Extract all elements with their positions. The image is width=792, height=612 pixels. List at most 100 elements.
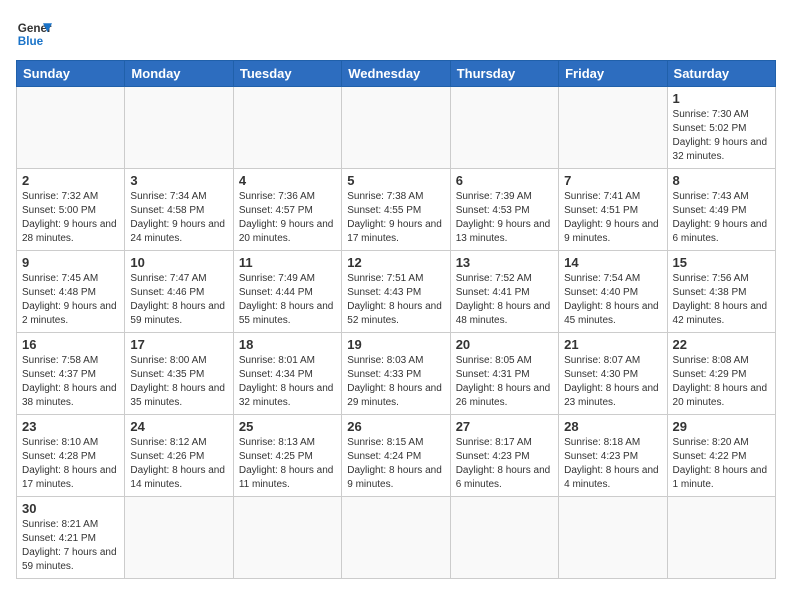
day-cell: 4 Sunrise: 7:36 AM Sunset: 4:57 PM Daylig… [233,169,341,251]
day-cell: 29Sunrise: 8:20 AM Sunset: 4:22 PM Dayli… [667,415,775,497]
day-number: 1 [673,91,770,106]
day-cell: 15Sunrise: 7:56 AM Sunset: 4:38 PM Dayli… [667,251,775,333]
day-cell [342,87,450,169]
day-cell [125,87,233,169]
day-info: Sunrise: 7:52 AM Sunset: 4:41 PM Dayligh… [456,272,553,328]
day-cell: 16Sunrise: 7:58 AM Sunset: 4:37 PM Dayli… [17,333,125,415]
day-info: Sunrise: 7:49 AM Sunset: 4:44 PM Dayligh… [239,272,336,328]
day-number: 18 [239,337,336,352]
day-info: Sunrise: 8:08 AM Sunset: 4:29 PM Dayligh… [673,354,770,410]
col-header-tuesday: Tuesday [233,61,341,87]
day-cell: 1 Sunrise: 7:30 AM Sunset: 5:02 PM Daylig… [667,87,775,169]
day-number: 27 [456,419,553,434]
day-cell [342,497,450,579]
week-row-4: 16Sunrise: 7:58 AM Sunset: 4:37 PM Dayli… [17,333,776,415]
day-cell: 23Sunrise: 8:10 AM Sunset: 4:28 PM Dayli… [17,415,125,497]
day-cell: 27 Sunrise: 8:17 AM Sunset: 4:23 PM Dayli… [450,415,558,497]
day-cell: 18 Sunrise: 8:01 AM Sunset: 4:34 PM Dayli… [233,333,341,415]
day-info: Sunrise: 8:00 AM Sunset: 4:35 PM Dayligh… [130,354,227,410]
day-number: 29 [673,419,770,434]
week-row-2: 2 Sunrise: 7:32 AM Sunset: 5:00 PM Daylig… [17,169,776,251]
day-info: Sunrise: 8:12 AM Sunset: 4:26 PM Dayligh… [130,436,227,492]
day-cell: 3Sunrise: 7:34 AM Sunset: 4:58 PM Daylig… [125,169,233,251]
day-cell: 22 Sunrise: 8:08 AM Sunset: 4:29 PM Dayli… [667,333,775,415]
day-info: Sunrise: 8:03 AM Sunset: 4:33 PM Dayligh… [347,354,444,410]
col-header-wednesday: Wednesday [342,61,450,87]
day-number: 30 [22,501,119,516]
day-cell: 11 Sunrise: 7:49 AM Sunset: 4:44 PM Dayli… [233,251,341,333]
day-cell: 2 Sunrise: 7:32 AM Sunset: 5:00 PM Daylig… [17,169,125,251]
day-cell [125,497,233,579]
day-number: 20 [456,337,553,352]
day-cell [233,497,341,579]
day-number: 14 [564,255,661,270]
day-cell: 12 Sunrise: 7:51 AM Sunset: 4:43 PM Dayli… [342,251,450,333]
day-number: 12 [347,255,444,270]
calendar-header: General Blue [16,16,776,52]
day-info: Sunrise: 7:39 AM Sunset: 4:53 PM Dayligh… [456,190,553,246]
day-cell [450,87,558,169]
day-cell: 5 Sunrise: 7:38 AM Sunset: 4:55 PM Daylig… [342,169,450,251]
day-number: 4 [239,173,336,188]
day-cell: 25Sunrise: 8:13 AM Sunset: 4:25 PM Dayli… [233,415,341,497]
day-number: 22 [673,337,770,352]
day-info: Sunrise: 8:17 AM Sunset: 4:23 PM Dayligh… [456,436,553,492]
day-number: 2 [22,173,119,188]
generalblue-logo-icon: General Blue [16,16,52,52]
day-cell [559,497,667,579]
day-number: 26 [347,419,444,434]
week-row-1: 1 Sunrise: 7:30 AM Sunset: 5:02 PM Daylig… [17,87,776,169]
col-header-thursday: Thursday [450,61,558,87]
day-info: Sunrise: 7:43 AM Sunset: 4:49 PM Dayligh… [673,190,770,246]
week-row-6: 30 Sunrise: 8:21 AM Sunset: 4:21 PM Dayli… [17,497,776,579]
day-info: Sunrise: 8:07 AM Sunset: 4:30 PM Dayligh… [564,354,661,410]
day-info: Sunrise: 7:51 AM Sunset: 4:43 PM Dayligh… [347,272,444,328]
day-number: 17 [130,337,227,352]
day-number: 9 [22,255,119,270]
col-header-sunday: Sunday [17,61,125,87]
day-cell: 14 Sunrise: 7:54 AM Sunset: 4:40 PM Dayli… [559,251,667,333]
day-number: 28 [564,419,661,434]
day-cell: 30 Sunrise: 8:21 AM Sunset: 4:21 PM Dayli… [17,497,125,579]
day-number: 25 [239,419,336,434]
day-number: 7 [564,173,661,188]
day-info: Sunrise: 8:18 AM Sunset: 4:23 PM Dayligh… [564,436,661,492]
day-info: Sunrise: 8:21 AM Sunset: 4:21 PM Dayligh… [22,518,119,574]
day-cell: 7 Sunrise: 7:41 AM Sunset: 4:51 PM Daylig… [559,169,667,251]
week-row-5: 23Sunrise: 8:10 AM Sunset: 4:28 PM Dayli… [17,415,776,497]
day-cell [17,87,125,169]
day-info: Sunrise: 7:38 AM Sunset: 4:55 PM Dayligh… [347,190,444,246]
day-cell: 6Sunrise: 7:39 AM Sunset: 4:53 PM Daylig… [450,169,558,251]
col-header-saturday: Saturday [667,61,775,87]
day-number: 8 [673,173,770,188]
day-info: Sunrise: 7:30 AM Sunset: 5:02 PM Dayligh… [673,108,770,164]
day-cell [667,497,775,579]
day-info: Sunrise: 8:01 AM Sunset: 4:34 PM Dayligh… [239,354,336,410]
week-row-3: 9 Sunrise: 7:45 AM Sunset: 4:48 PM Daylig… [17,251,776,333]
day-info: Sunrise: 7:32 AM Sunset: 5:00 PM Dayligh… [22,190,119,246]
day-info: Sunrise: 7:41 AM Sunset: 4:51 PM Dayligh… [564,190,661,246]
day-info: Sunrise: 7:45 AM Sunset: 4:48 PM Dayligh… [22,272,119,328]
day-number: 21 [564,337,661,352]
day-number: 10 [130,255,227,270]
day-info: Sunrise: 8:05 AM Sunset: 4:31 PM Dayligh… [456,354,553,410]
day-info: Sunrise: 7:36 AM Sunset: 4:57 PM Dayligh… [239,190,336,246]
col-header-friday: Friday [559,61,667,87]
day-info: Sunrise: 7:54 AM Sunset: 4:40 PM Dayligh… [564,272,661,328]
day-number: 19 [347,337,444,352]
day-info: Sunrise: 7:56 AM Sunset: 4:38 PM Dayligh… [673,272,770,328]
day-number: 11 [239,255,336,270]
calendar-table: SundayMondayTuesdayWednesdayThursdayFrid… [16,60,776,579]
day-cell: 8 Sunrise: 7:43 AM Sunset: 4:49 PM Daylig… [667,169,775,251]
day-cell: 19 Sunrise: 8:03 AM Sunset: 4:33 PM Dayli… [342,333,450,415]
day-cell: 21 Sunrise: 8:07 AM Sunset: 4:30 PM Dayli… [559,333,667,415]
day-info: Sunrise: 8:15 AM Sunset: 4:24 PM Dayligh… [347,436,444,492]
day-number: 24 [130,419,227,434]
day-cell [450,497,558,579]
day-cell: 13Sunrise: 7:52 AM Sunset: 4:41 PM Dayli… [450,251,558,333]
day-number: 23 [22,419,119,434]
col-header-monday: Monday [125,61,233,87]
day-number: 5 [347,173,444,188]
day-cell: 24 Sunrise: 8:12 AM Sunset: 4:26 PM Dayli… [125,415,233,497]
logo: General Blue [16,16,52,52]
